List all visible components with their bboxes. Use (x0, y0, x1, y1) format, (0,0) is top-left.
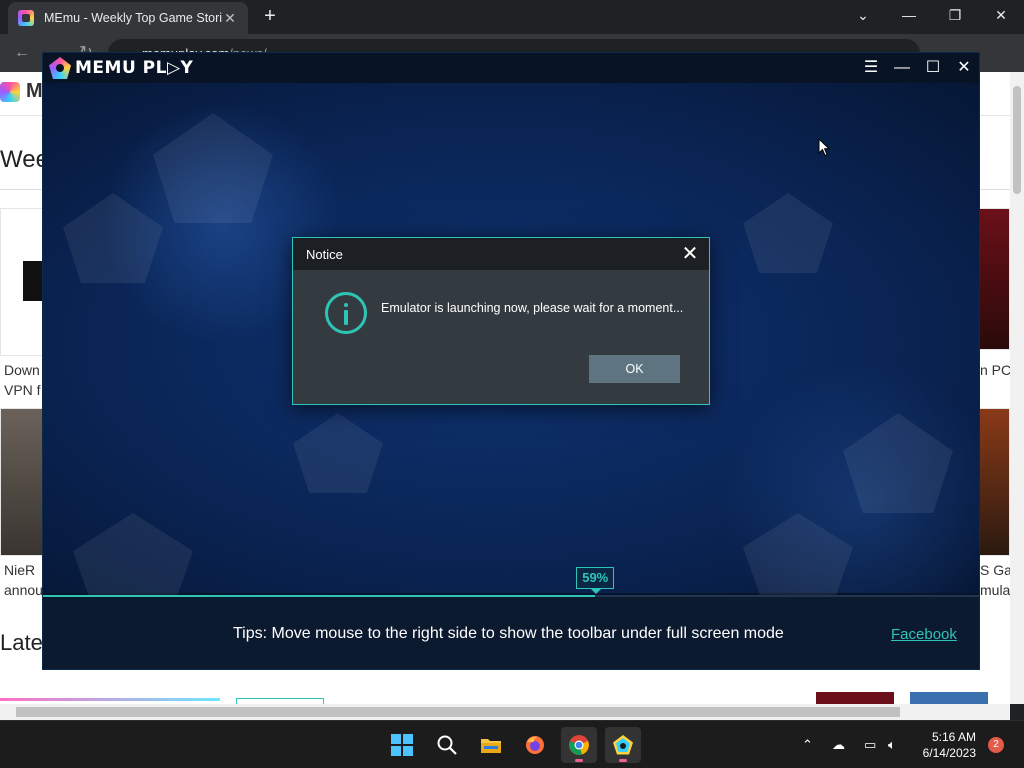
dialog-close-icon[interactable]: ✕ (677, 241, 703, 267)
menu-icon[interactable]: ☰ (858, 55, 884, 81)
dialog-message: Emulator is launching now, please wait f… (381, 301, 684, 315)
decorative-pentagon (153, 113, 273, 223)
chrome-icon (569, 735, 589, 755)
memu-button[interactable] (605, 727, 641, 763)
network-icon[interactable]: ▭ (864, 737, 876, 753)
article-title-line: NieR (4, 562, 36, 578)
memu-logo-icon (49, 57, 71, 79)
memu-brand: MEMU PL▷Y (75, 58, 194, 78)
dialog-title: Notice (306, 247, 343, 262)
browser-tab[interactable]: MEmu - Weekly Top Game Stories ✕ (8, 2, 248, 34)
minimize-icon[interactable]: — (889, 55, 915, 81)
horizontal-scrollbar[interactable] (0, 704, 1010, 720)
decorative-pentagon (743, 193, 833, 273)
scrollbar-thumb[interactable] (16, 707, 900, 717)
site-logo-text: M (26, 80, 43, 102)
site-logo-icon[interactable] (0, 82, 20, 102)
info-icon (325, 292, 367, 334)
memu-favicon-icon (18, 10, 34, 26)
search-button[interactable] (429, 727, 465, 763)
mouse-cursor-icon (818, 138, 830, 157)
article-thumbnail[interactable] (910, 692, 988, 704)
clock[interactable]: 5:16 AM 6/14/2023 (918, 729, 976, 761)
article-title-line: mula (980, 582, 1010, 598)
tab-close-icon[interactable]: ✕ (222, 10, 238, 27)
close-icon[interactable]: ✕ (951, 55, 977, 81)
info-icon-dot (344, 303, 348, 307)
file-explorer-button[interactable] (473, 727, 509, 763)
thumbnail-glyph (23, 261, 43, 301)
article-title-line: n PC (980, 362, 1010, 378)
scrollbar-thumb[interactable] (1013, 86, 1021, 194)
latest-heading: Late (0, 630, 43, 655)
firefox-button[interactable] (517, 727, 553, 763)
article-title-line: annou (4, 582, 43, 598)
decorative-bar (0, 698, 220, 701)
file-explorer-icon (481, 739, 501, 753)
article-title[interactable]: NieR annou (4, 560, 43, 600)
dialog-header: Notice ✕ (293, 238, 709, 270)
start-button[interactable] (384, 727, 420, 763)
new-tab-button[interactable]: + (258, 6, 282, 28)
close-window-icon[interactable]: ✕ (978, 0, 1024, 30)
notice-dialog: Notice ✕ Emulator is launching now, plea… (292, 237, 710, 405)
minimize-window-icon[interactable]: — (886, 0, 932, 30)
decorative-pentagon (843, 413, 953, 513)
onedrive-offline-icon[interactable]: ☁ (832, 737, 845, 753)
ok-button[interactable]: OK (589, 355, 680, 383)
article-title[interactable]: S Ga mula (980, 560, 1010, 600)
tips-text: Tips: Move mouse to the right side to sh… (233, 625, 784, 642)
maximize-icon[interactable]: ☐ (920, 55, 946, 81)
active-app-indicator (575, 759, 583, 762)
tab-title: MEmu - Weekly Top Game Stories (44, 11, 222, 25)
notification-badge[interactable]: 2 (988, 737, 1004, 753)
vertical-scrollbar[interactable] (1010, 72, 1024, 704)
facebook-link[interactable]: Facebook (891, 626, 957, 643)
memu-icon (613, 735, 633, 755)
clock-time: 5:16 AM (931, 730, 976, 744)
article-title-line: Down (4, 362, 40, 378)
tab-search-icon[interactable]: ⌄ (840, 0, 886, 30)
taskbar: ⌃ ☁ ▭ 🔈︎ 5:16 AM 6/14/2023 2 (0, 720, 1024, 768)
search-icon (437, 735, 457, 755)
chrome-button[interactable] (561, 727, 597, 763)
decorative-pentagon (743, 513, 853, 603)
active-app-indicator (619, 759, 627, 762)
memu-titlebar: MEMU PL▷Y ☰ — ☐ ✕ (43, 53, 979, 83)
progress-percent-label: 59% (576, 567, 615, 594)
decorative-pentagon (63, 193, 163, 283)
back-arrow-icon[interactable]: ← (10, 42, 34, 64)
article-title[interactable]: n PC (980, 360, 1010, 380)
article-title-line: VPN f (4, 382, 41, 398)
clock-date: 6/14/2023 (922, 746, 976, 760)
article-title[interactable]: Down VPN f (4, 360, 41, 400)
article-title-line: S Ga (980, 562, 1010, 578)
memu-footer: Tips: Move mouse to the right side to sh… (43, 597, 979, 669)
decorative-pentagon (293, 413, 383, 493)
info-icon-bar (344, 310, 348, 325)
browser-tabstrip: MEmu - Weekly Top Game Stories ✕ + ⌄ — ❐… (0, 0, 1024, 34)
article-thumbnail[interactable] (816, 692, 894, 704)
restore-window-icon[interactable]: ❐ (932, 0, 978, 30)
volume-icon[interactable]: 🔈︎ (888, 737, 896, 753)
start-icon (391, 734, 413, 756)
article-thumbnail[interactable] (0, 408, 44, 556)
article-thumbnail[interactable] (0, 208, 44, 356)
article-thumbnail[interactable] (978, 408, 1010, 556)
firefox-icon (526, 736, 544, 754)
article-thumbnail[interactable] (978, 208, 1010, 350)
chevron-up-icon[interactable]: ⌃ (802, 737, 813, 753)
